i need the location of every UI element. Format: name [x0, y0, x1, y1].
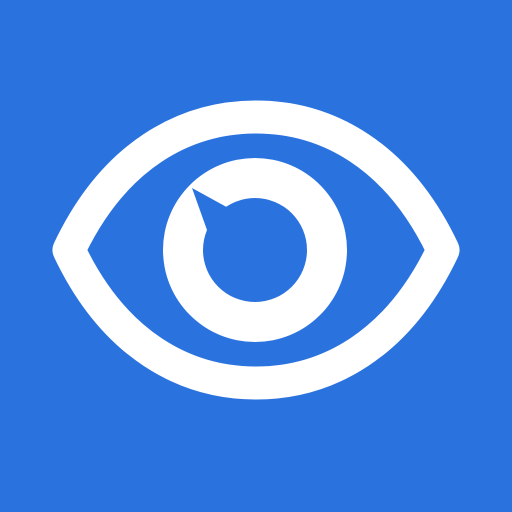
- eye-pupil-icon: [163, 158, 347, 342]
- eye-icon: [0, 0, 512, 512]
- app-icon-tile: [0, 0, 512, 512]
